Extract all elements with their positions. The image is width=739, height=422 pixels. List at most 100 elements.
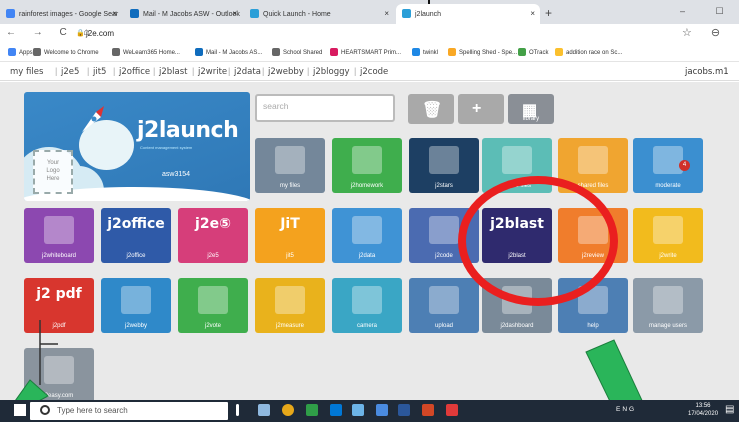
tile-j2homework[interactable]: j2homework	[332, 138, 402, 193]
user-name[interactable]: jacobs.m1	[685, 67, 729, 77]
tab-favicon	[130, 9, 139, 18]
bookmark-2[interactable]: WeLearn365 Home...	[112, 48, 180, 56]
j2nav-j2e5[interactable]: j2e5	[61, 67, 79, 77]
mic-icon[interactable]	[236, 404, 239, 416]
tab-3[interactable]: j2launch ×	[396, 4, 540, 24]
tile-label: jit5	[286, 253, 294, 259]
chrome-icon[interactable]	[282, 404, 294, 416]
url-field[interactable]: j2e.com	[86, 29, 114, 38]
close-icon[interactable]: ×	[232, 9, 237, 18]
app-icon-2[interactable]	[352, 404, 364, 416]
taskbar-search-input[interactable]: Type here to search	[30, 402, 228, 420]
taskbar-search-placeholder: Type here to search	[57, 406, 128, 415]
tile-label: j2homework	[350, 183, 384, 189]
app-icon[interactable]	[306, 404, 318, 416]
camera-icon	[352, 286, 382, 314]
tile-j2e5[interactable]: j2e⑤ j2e5	[178, 208, 248, 263]
delete-icon: 🗑	[422, 102, 443, 119]
j2nav-j2code[interactable]: j2code	[360, 67, 388, 77]
system-tray[interactable]: ENG	[616, 406, 636, 413]
tile-label: j2write	[659, 253, 677, 259]
shared-files-icon	[578, 146, 608, 174]
j2code-icon	[429, 216, 459, 244]
tile-label: j2data	[358, 253, 376, 259]
windows-start-icon[interactable]	[14, 404, 26, 416]
school-code: asw3154	[162, 171, 191, 178]
close-icon[interactable]: ×	[530, 9, 535, 18]
bookmark-0[interactable]: Apps	[8, 48, 33, 56]
acrobat-icon[interactable]	[446, 404, 458, 416]
tile-logo-text: j2 pdf	[36, 286, 82, 302]
bookmark-8[interactable]: OTrack	[518, 48, 548, 56]
j2nav-j2webby[interactable]: j2webby	[268, 67, 304, 77]
tile-j2office[interactable]: j2office j2office	[101, 208, 171, 263]
teams-icon[interactable]	[376, 404, 388, 416]
j2nav-j2data[interactable]: j2data	[234, 67, 261, 77]
nav-separator: |	[87, 66, 90, 76]
brand-tagline: Content management system	[140, 145, 193, 150]
tile-j2whiteboard[interactable]: j2whiteboard	[24, 208, 94, 263]
j2nav-j2office[interactable]: j2office	[119, 67, 150, 77]
window-controls[interactable]: – ☐	[680, 6, 738, 17]
close-icon[interactable]: ×	[384, 9, 389, 18]
notification-icon[interactable]: ▤	[725, 404, 734, 415]
tile-my files[interactable]: my files	[255, 138, 325, 193]
j2nav-jit5[interactable]: jit5	[93, 67, 106, 77]
count-badge: 4	[679, 160, 690, 171]
logo-text-1: Your	[46, 160, 60, 166]
bookmark-label: Welcome to Chrome	[44, 50, 99, 56]
add-button[interactable]: +	[458, 94, 504, 124]
bookmark-9[interactable]: addition race on Sc...	[555, 48, 622, 56]
close-icon[interactable]: ×	[112, 9, 117, 18]
bookmark-icon	[412, 48, 420, 56]
skype-icon[interactable]	[330, 404, 342, 416]
nav-separator: |	[307, 66, 310, 76]
j2nav-my files[interactable]: my files	[10, 67, 43, 77]
new-tab-button[interactable]: +	[545, 6, 552, 20]
bookmark-icon	[518, 48, 526, 56]
tile-label: j2whiteboard	[41, 253, 77, 259]
pupils-files-icon	[502, 146, 532, 174]
upload-icon	[429, 286, 459, 314]
library-button[interactable]: ▦ library	[508, 94, 554, 124]
task-view-icon[interactable]	[258, 404, 270, 416]
tile-label: moderate	[655, 183, 681, 189]
bookmark-7[interactable]: Spelling Shed - Spe...	[448, 48, 517, 56]
tile-j2stars[interactable]: j2stars	[409, 138, 479, 193]
tile-moderate[interactable]: 4 moderate	[633, 138, 703, 193]
bookmark-label: WeLearn365 Home...	[123, 50, 180, 56]
word-icon[interactable]	[398, 404, 410, 416]
j2nav-j2blast[interactable]: j2blast	[159, 67, 188, 77]
delete-button[interactable]: 🗑	[408, 94, 454, 124]
bookmark-4[interactable]: School Shared	[272, 48, 322, 56]
profile-icon[interactable]: ☆ ⊖	[682, 26, 728, 39]
tab-favicon	[402, 9, 411, 18]
bookmark-6[interactable]: twinkl	[412, 48, 438, 56]
tile-label: j2office	[126, 253, 146, 259]
tab-2[interactable]: Quick Launch - Home ×	[244, 4, 394, 24]
bookmark-icon	[272, 48, 280, 56]
nav-separator: |	[228, 66, 231, 76]
tile-j2data[interactable]: j2data	[332, 208, 402, 263]
tab-0[interactable]: rainforest images - Google Sear ×	[0, 4, 122, 24]
bookmark-label: Apps	[19, 50, 33, 56]
j2nav-j2bloggy[interactable]: j2bloggy	[313, 67, 350, 77]
nav-separator: |	[113, 66, 116, 76]
tile-jit5[interactable]: JiT jit5	[255, 208, 325, 263]
tile-label: my files	[279, 183, 301, 189]
tab-1[interactable]: Mail - M Jacobs ASW - Outlook ×	[124, 4, 242, 24]
search-input[interactable]: search	[255, 94, 395, 122]
bookmark-3[interactable]: Mail - M Jacobs AS...	[195, 48, 262, 56]
bookmark-5[interactable]: HEARTSMART Prim...	[330, 48, 401, 56]
tile-j2write[interactable]: j2write	[633, 208, 703, 263]
manage-users-icon	[653, 286, 683, 314]
powerpoint-icon[interactable]	[422, 404, 434, 416]
j2nav-j2write[interactable]: j2write	[198, 67, 227, 77]
bookmark-icon	[195, 48, 203, 56]
bookmark-1[interactable]: Welcome to Chrome	[33, 48, 99, 56]
tile-label: j2e5	[207, 253, 219, 259]
tab-label: rainforest images - Google Sear	[19, 11, 119, 18]
clock[interactable]: 13:56 17/04/2020	[688, 402, 718, 418]
nav-separator: |	[192, 66, 195, 76]
bookmark-icon	[330, 48, 338, 56]
